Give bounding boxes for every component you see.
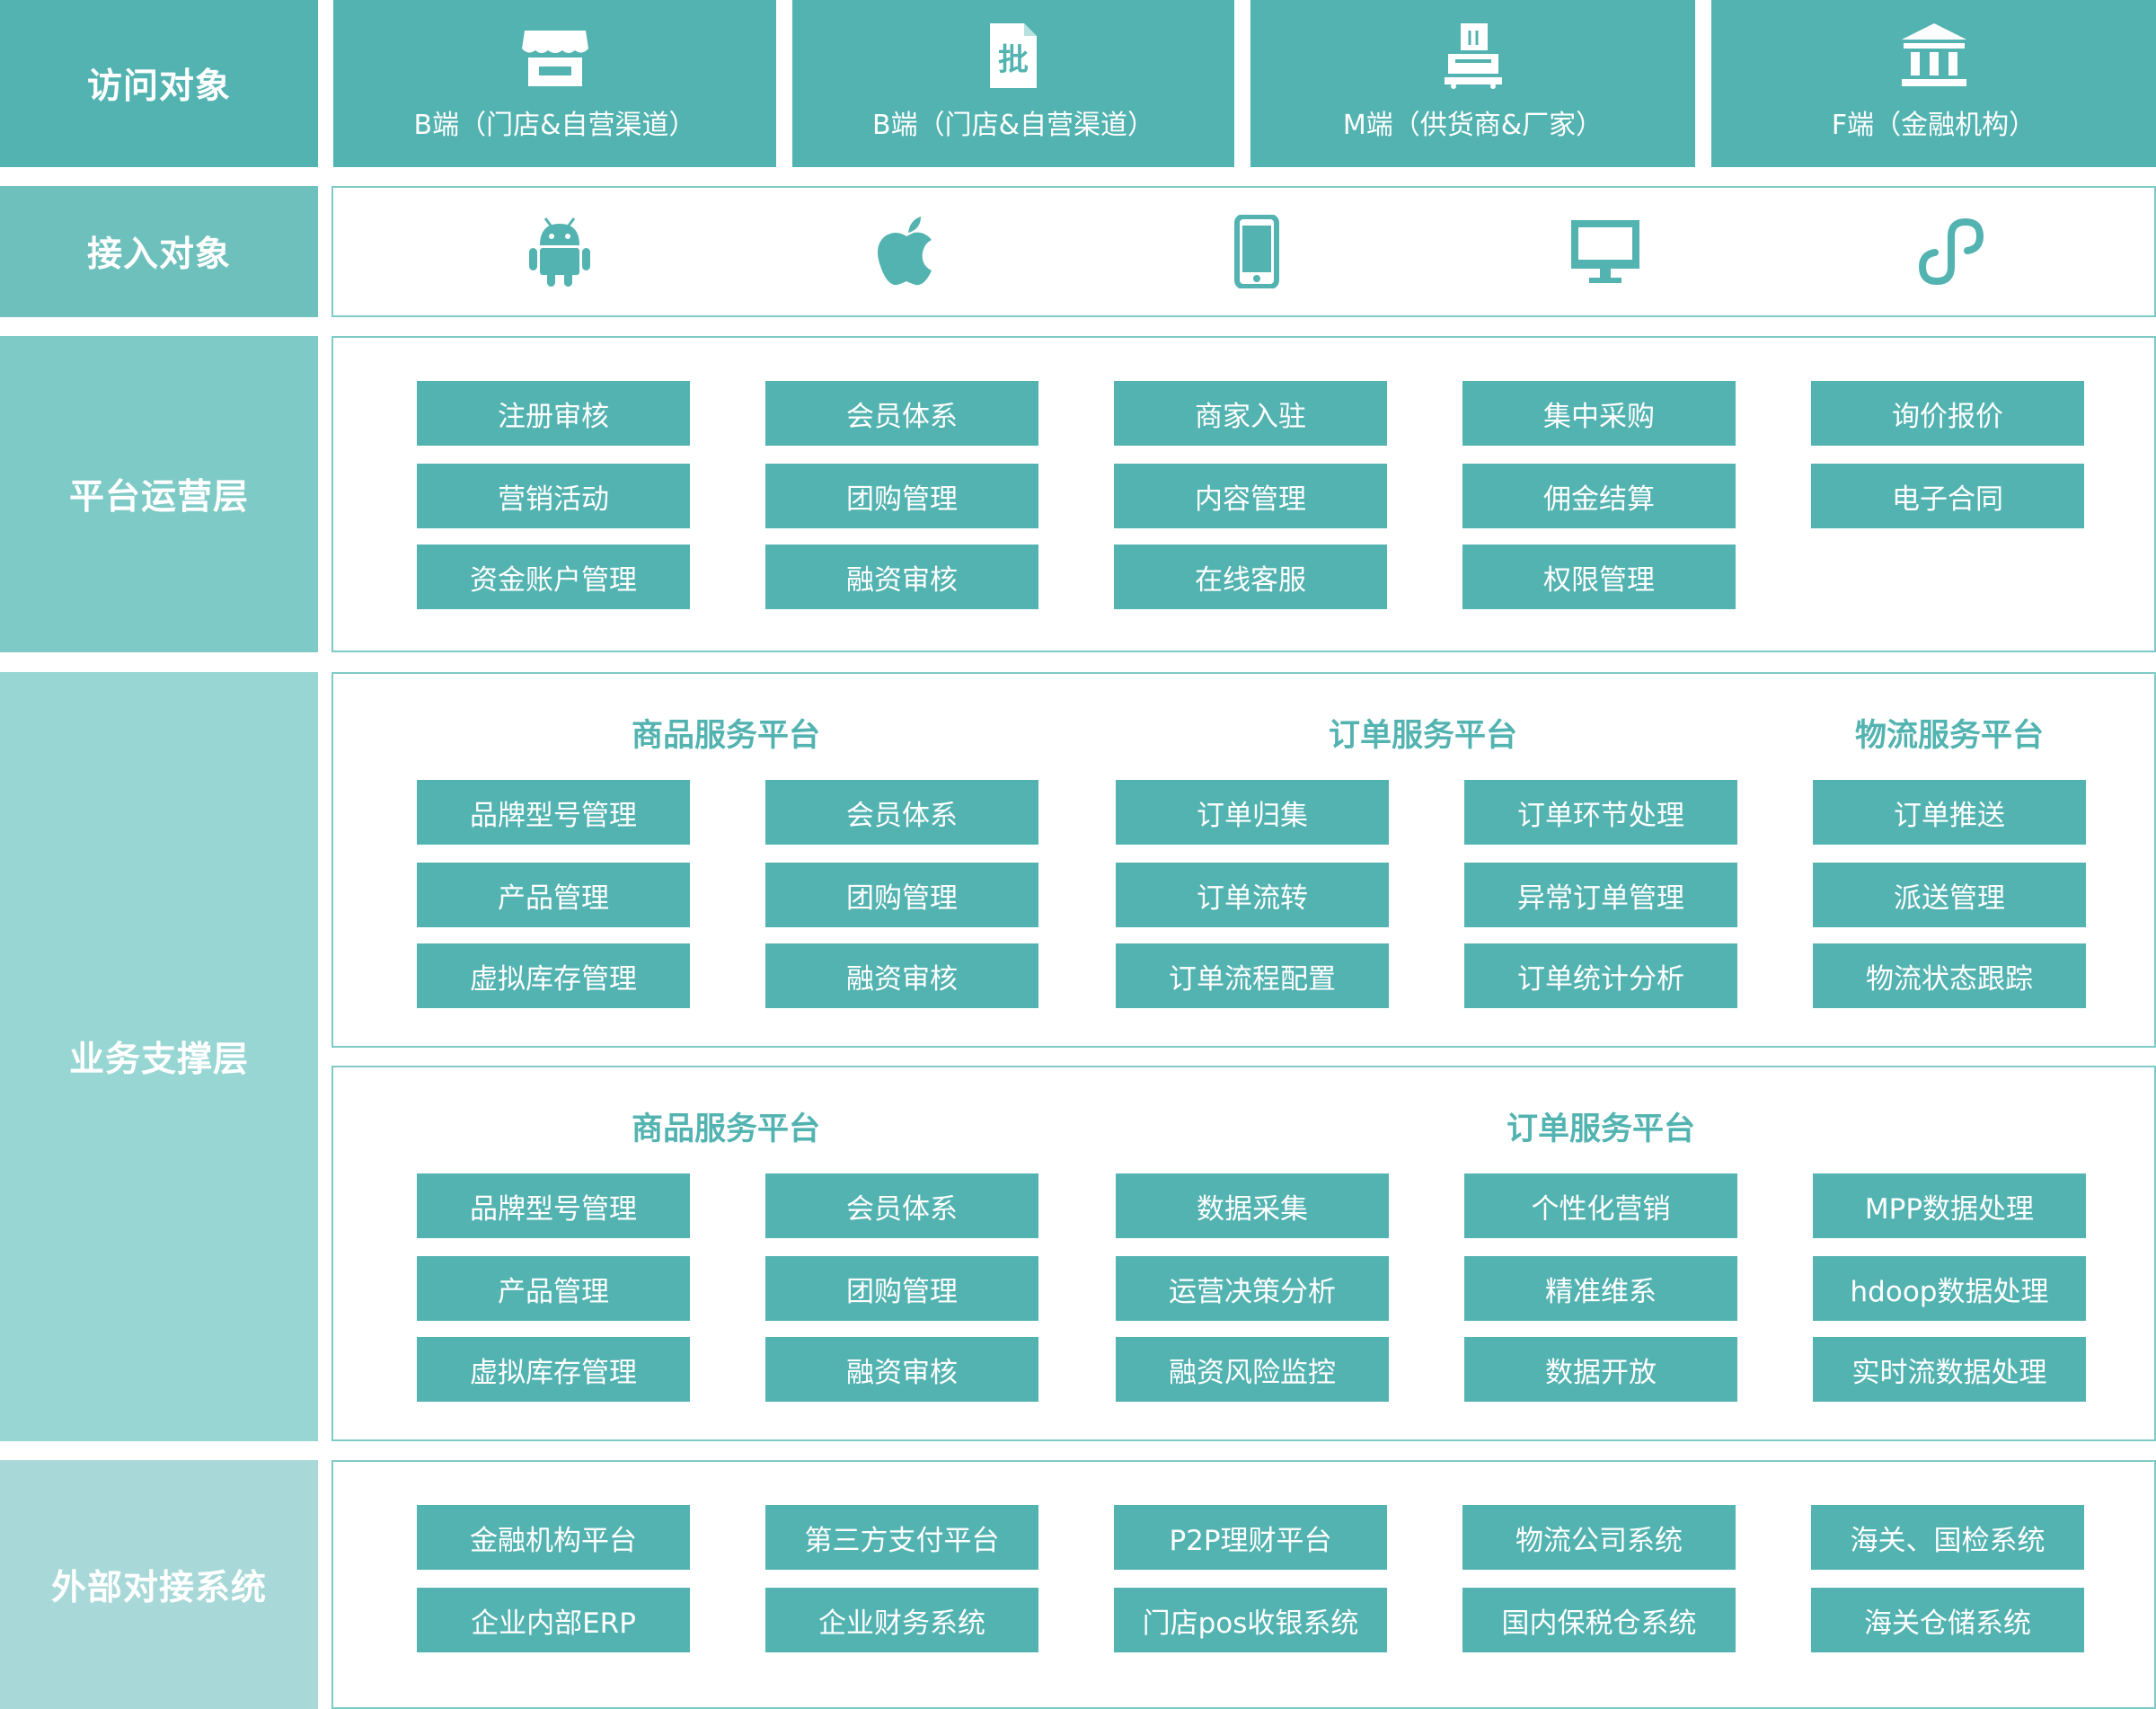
ops-item: 佣金结算 xyxy=(1462,464,1736,528)
ops-item: 资金账户管理 xyxy=(417,545,690,609)
business-item: 物流状态跟踪 xyxy=(1813,943,2086,1008)
business-item: 会员体系 xyxy=(765,780,1038,845)
external-item: 海关仓储系统 xyxy=(1811,1588,2084,1652)
business-item: 订单统计分析 xyxy=(1464,943,1737,1008)
row-label-external: 外部对接系统 xyxy=(0,1460,318,1709)
external-item: 国内保税仓系统 xyxy=(1462,1588,1736,1652)
business-item: 运营决策分析 xyxy=(1116,1256,1389,1321)
business-item: 产品管理 xyxy=(417,863,690,927)
row-label-platform-ops: 平台运营层 xyxy=(0,336,318,652)
access-tile-label: B端（门店&自营渠道） xyxy=(413,110,696,141)
ops-item: 融资审核 xyxy=(765,545,1038,609)
external-item: 企业财务系统 xyxy=(765,1588,1038,1652)
external-item: 第三方支付平台 xyxy=(765,1505,1038,1570)
access-tile-m-supplier: M端（供货商&厂家） xyxy=(1250,0,1695,167)
business-item: 团购管理 xyxy=(765,863,1038,927)
section-heading: 物流服务平台 xyxy=(1854,718,2044,754)
business-item: 派送管理 xyxy=(1813,863,2086,927)
wholesale-document-icon: 批 xyxy=(977,22,1049,90)
ops-item: 权限管理 xyxy=(1462,545,1736,609)
business-item: hdoop数据处理 xyxy=(1813,1256,2086,1321)
business-item: 订单归集 xyxy=(1116,780,1389,845)
business-item: 精准维系 xyxy=(1464,1256,1737,1321)
store-icon xyxy=(519,22,591,90)
access-tile-f-finance: F端（金融机构） xyxy=(1711,0,2156,167)
external-item: 门店pos收银系统 xyxy=(1114,1588,1387,1652)
row-label-access-device: 接入对象 xyxy=(0,186,318,317)
access-tile-b-store: B端（门店&自营渠道） xyxy=(333,0,776,167)
section-heading: 商品服务平台 xyxy=(631,718,820,754)
supplier-boxes-icon xyxy=(1437,22,1509,90)
business-item: 会员体系 xyxy=(765,1173,1038,1238)
external-item: 物流公司系统 xyxy=(1462,1505,1736,1570)
business-item: MPP数据处理 xyxy=(1813,1173,2086,1238)
row-label-business: 业务支撑层 xyxy=(0,672,318,1441)
section-heading: 订单服务平台 xyxy=(1506,1111,1695,1147)
bank-icon xyxy=(1898,22,1970,90)
access-tile-b-wholesale: 批 B端（门店&自营渠道） xyxy=(792,0,1234,167)
mini-program-icon xyxy=(1915,215,1987,288)
svg-text:批: 批 xyxy=(998,42,1029,78)
external-item: 企业内部ERP xyxy=(417,1588,690,1652)
external-item: 海关、国检系统 xyxy=(1811,1505,2084,1570)
access-tile-label: F端（金融机构） xyxy=(1831,110,2037,141)
ops-item: 集中采购 xyxy=(1462,381,1736,446)
business-item: 虚拟库存管理 xyxy=(417,1337,690,1402)
mobile-phone-icon xyxy=(1221,215,1293,288)
android-icon xyxy=(524,215,596,288)
row-label-access: 访问对象 xyxy=(0,0,318,167)
business-item: 数据采集 xyxy=(1116,1173,1389,1238)
business-item: 融资审核 xyxy=(765,943,1038,1008)
business-item: 品牌型号管理 xyxy=(417,1173,690,1238)
external-item: 金融机构平台 xyxy=(417,1505,690,1570)
business-item: 产品管理 xyxy=(417,1256,690,1321)
business-item: 个性化营销 xyxy=(1464,1173,1737,1238)
ops-item: 注册审核 xyxy=(417,381,690,446)
business-item: 数据开放 xyxy=(1464,1337,1737,1402)
ops-item: 营销活动 xyxy=(417,464,690,528)
access-tile-label: M端（供货商&厂家） xyxy=(1342,110,1604,141)
business-item: 融资审核 xyxy=(765,1337,1038,1402)
business-item: 订单流转 xyxy=(1116,863,1389,927)
ops-item: 电子合同 xyxy=(1811,464,2084,528)
ops-item: 商家入驻 xyxy=(1114,381,1387,446)
business-item: 虚拟库存管理 xyxy=(417,943,690,1008)
section-heading: 订单服务平台 xyxy=(1328,718,1517,754)
ops-item: 询价报价 xyxy=(1811,381,2084,446)
business-item: 异常订单管理 xyxy=(1464,863,1737,927)
business-item: 订单推送 xyxy=(1813,780,2086,845)
ops-item: 团购管理 xyxy=(765,464,1038,528)
access-tile-label: B端（门店&自营渠道） xyxy=(872,110,1154,141)
desktop-monitor-icon xyxy=(1569,215,1641,288)
ops-item: 内容管理 xyxy=(1114,464,1387,528)
ops-item: 在线客服 xyxy=(1114,545,1387,609)
external-panel xyxy=(331,1460,2156,1709)
business-item: 融资风险监控 xyxy=(1116,1337,1389,1402)
ops-item: 会员体系 xyxy=(765,381,1038,446)
apple-icon xyxy=(870,215,942,288)
access-device-panel xyxy=(331,186,2156,317)
business-item: 订单环节处理 xyxy=(1464,780,1737,845)
business-item: 品牌型号管理 xyxy=(417,780,690,845)
business-item: 团购管理 xyxy=(765,1256,1038,1321)
business-item: 实时流数据处理 xyxy=(1813,1337,2086,1402)
external-item: P2P理财平台 xyxy=(1114,1505,1387,1570)
business-item: 订单流程配置 xyxy=(1116,943,1389,1008)
section-heading: 商品服务平台 xyxy=(631,1111,820,1147)
